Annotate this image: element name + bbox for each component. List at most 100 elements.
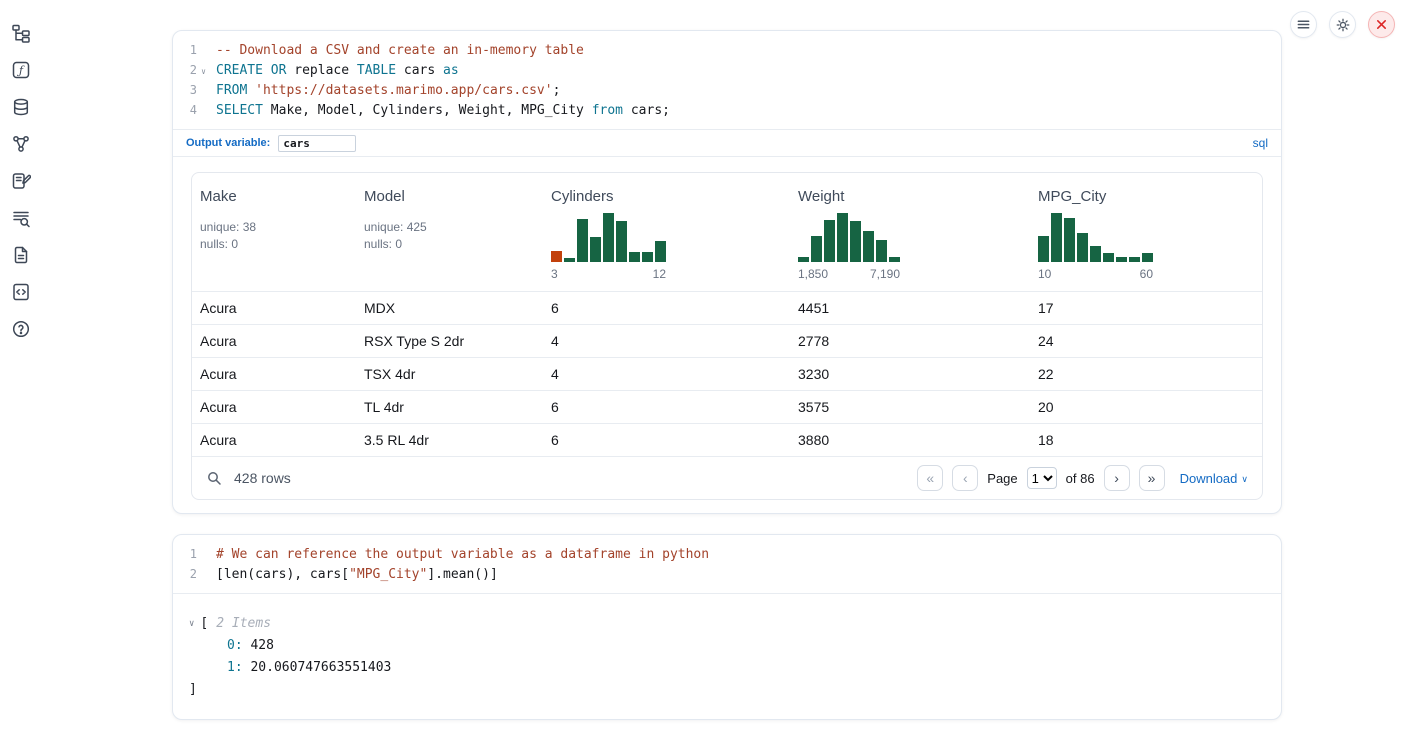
table-cell: Acura (192, 399, 356, 415)
datasources-icon[interactable] (8, 94, 33, 119)
last-page-button[interactable]: » (1139, 465, 1165, 491)
output-item: 0: 428 (189, 635, 1265, 657)
histogram-bar (798, 257, 809, 262)
download-button[interactable]: Download ∨ (1180, 471, 1248, 486)
sql-editor[interactable]: 1-- Download a CSV and create an in-memo… (173, 31, 1281, 129)
column-header-weight[interactable]: Weight1,8507,190 (790, 188, 1030, 281)
table-cell: TL 4dr (356, 399, 543, 415)
table-cell: 4 (543, 366, 790, 382)
code-text: CREATE OR replace TABLE cars as (216, 63, 459, 78)
histogram-bar (1090, 246, 1101, 262)
table-cell: Acura (192, 333, 356, 349)
column-header-mpg_city[interactable]: MPG_City1060 (1030, 188, 1262, 281)
output-variable-input[interactable] (278, 135, 356, 152)
snippets-icon[interactable] (8, 279, 33, 304)
scratchpad-icon[interactable] (8, 168, 33, 193)
column-name: Make (200, 188, 356, 205)
python-output: ∨ [ 2 Items 0: 4281: 20.060747663551403 … (173, 593, 1281, 719)
column-header-cylinders[interactable]: Cylinders312 (543, 188, 790, 281)
help-icon[interactable] (8, 316, 33, 341)
histogram-bar (655, 241, 666, 262)
logs-icon[interactable] (8, 205, 33, 230)
table-cell: MDX (356, 300, 543, 316)
histogram-bar (1142, 253, 1153, 262)
table-output: Make unique: 38nulls: 0Modelunique: 425nu… (173, 156, 1281, 513)
settings-button[interactable] (1329, 11, 1356, 38)
output-item-value: 428 (250, 638, 273, 653)
search-icon[interactable] (206, 470, 222, 486)
column-header-model[interactable]: Modelunique: 425nulls: 0 (356, 188, 543, 281)
page-label: Page (987, 471, 1017, 486)
histogram-min-label: 1,850 (798, 267, 828, 281)
column-histogram[interactable] (551, 210, 790, 262)
output-item-key: 1: (227, 660, 250, 675)
table-row[interactable]: AcuraRSX Type S 2dr4277824 (192, 324, 1262, 357)
table-row[interactable]: AcuraMDX6445117 (192, 291, 1262, 324)
menu-button[interactable] (1290, 11, 1317, 38)
histogram-bar (1077, 233, 1088, 262)
table-row[interactable]: Acura3.5 RL 4dr6388018 (192, 423, 1262, 456)
histogram-bar (590, 237, 601, 262)
column-stats: unique: 38nulls: 0 (200, 219, 356, 253)
column-histogram[interactable] (1038, 210, 1262, 262)
histogram-range-labels: 312 (551, 267, 666, 281)
output-tree-entries: 0: 4281: 20.060747663551403 (189, 635, 1265, 679)
page-select[interactable]: 1 (1027, 467, 1057, 489)
code-line: 1-- Download a CSV and create an in-memo… (181, 40, 1281, 60)
shutdown-button[interactable] (1368, 11, 1395, 38)
data-table: Make unique: 38nulls: 0Modelunique: 425nu… (191, 172, 1263, 500)
fold-spacer (197, 109, 210, 111)
table-cell: 18 (1030, 432, 1262, 448)
table-row[interactable]: AcuraTSX 4dr4323022 (192, 357, 1262, 390)
column-name: MPG_City (1038, 188, 1262, 205)
table-cell: 6 (543, 399, 790, 415)
column-header-make[interactable]: Make unique: 38nulls: 0 (192, 188, 356, 281)
histogram-bar-highlighted (551, 251, 562, 262)
column-histogram[interactable] (798, 210, 1030, 262)
fold-spacer (197, 553, 210, 555)
table-cell: 3880 (790, 432, 1030, 448)
code-line: 4 SELECT Make, Model, Cylinders, Weight, … (181, 100, 1281, 120)
documentation-icon[interactable] (8, 242, 33, 267)
table-cell: TSX 4dr (356, 366, 543, 382)
chevron-down-icon: ∨ (1241, 472, 1248, 485)
histogram-max-label: 12 (653, 267, 666, 281)
table-cell: Acura (192, 300, 356, 316)
table-cell: RSX Type S 2dr (356, 333, 543, 349)
code-text: -- Download a CSV and create an in-memor… (216, 43, 584, 58)
histogram-bar (876, 240, 887, 262)
notebook: 1 -- Download a CSV and create an in-memo… (172, 30, 1282, 720)
code-text: # We can reference the output variable a… (216, 547, 709, 562)
variables-icon[interactable]: ƒ (8, 57, 33, 82)
histogram-bar (642, 252, 653, 262)
histogram-bar (629, 252, 640, 262)
sidebar: ƒ (8, 20, 33, 341)
dependency-graph-icon[interactable] (8, 131, 33, 156)
prev-page-button[interactable]: ‹ (952, 465, 978, 491)
file-tree-icon[interactable] (8, 20, 33, 45)
histogram-max-label: 60 (1140, 267, 1153, 281)
code-text: SELECT Make, Model, Cylinders, Weight, M… (216, 103, 670, 118)
next-page-button[interactable]: › (1104, 465, 1130, 491)
histogram-bar (1051, 213, 1062, 262)
open-bracket: [ (200, 613, 208, 635)
histogram-bar (1116, 257, 1127, 262)
line-number: 1 (181, 547, 197, 561)
table-cell: Acura (192, 432, 356, 448)
table-row[interactable]: AcuraTL 4dr6357520 (192, 390, 1262, 423)
histogram-bar (837, 213, 848, 262)
output-variable-label: Output variable: (186, 137, 270, 149)
first-page-button[interactable]: « (917, 465, 943, 491)
code-line: 2∨CREATE OR replace TABLE cars as (181, 60, 1281, 80)
collapse-icon[interactable]: ∨ (189, 613, 194, 635)
close-icon (1375, 18, 1388, 31)
line-number: 4 (181, 103, 197, 117)
histogram-bar (1064, 218, 1075, 262)
table-cell: 22 (1030, 366, 1262, 382)
code-text: [len(cars), cars["MPG_City"].mean()] (216, 567, 498, 582)
histogram-bar (824, 220, 835, 262)
python-editor[interactable]: 1 # We can reference the output variable … (173, 535, 1281, 593)
code-line: 2[len(cars), cars["MPG_City"].mean()] (181, 564, 1281, 584)
fold-chevron-icon[interactable]: ∨ (197, 65, 210, 76)
fold-spacer (197, 573, 210, 575)
